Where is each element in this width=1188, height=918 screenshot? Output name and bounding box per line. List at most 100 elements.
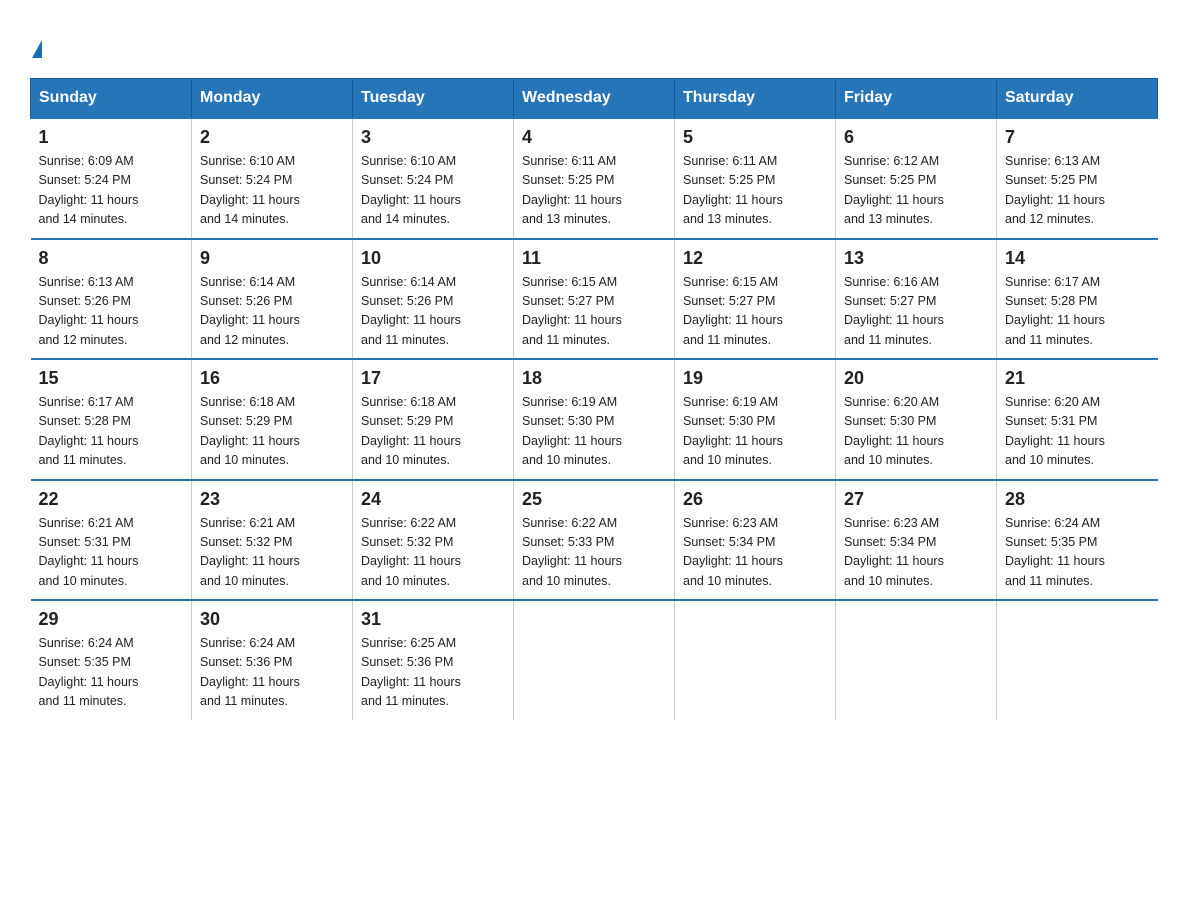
calendar-cell: 24 Sunrise: 6:22 AMSunset: 5:32 PMDayligh… [353,480,514,601]
day-info: Sunrise: 6:13 AMSunset: 5:25 PMDaylight:… [1005,154,1105,226]
day-info: Sunrise: 6:21 AMSunset: 5:32 PMDaylight:… [200,516,300,588]
day-number: 28 [1005,489,1150,510]
day-info: Sunrise: 6:19 AMSunset: 5:30 PMDaylight:… [522,395,622,467]
day-number: 7 [1005,127,1150,148]
day-number: 2 [200,127,344,148]
day-info: Sunrise: 6:24 AMSunset: 5:35 PMDaylight:… [1005,516,1105,588]
calendar-cell: 14 Sunrise: 6:17 AMSunset: 5:28 PMDayligh… [997,239,1158,360]
calendar-cell: 20 Sunrise: 6:20 AMSunset: 5:30 PMDayligh… [836,359,997,480]
day-info: Sunrise: 6:24 AMSunset: 5:36 PMDaylight:… [200,636,300,708]
logo-top [30,30,42,58]
column-header-sunday: Sunday [31,79,192,119]
calendar-cell: 26Sunrise: 6:23 AMSunset: 5:34 PMDayligh… [675,480,836,601]
day-info: Sunrise: 6:09 AMSunset: 5:24 PMDaylight:… [39,154,139,226]
day-number: 31 [361,609,505,630]
calendar-cell: 27 Sunrise: 6:23 AMSunset: 5:34 PMDayligh… [836,480,997,601]
day-number: 29 [39,609,184,630]
day-info: Sunrise: 6:21 AMSunset: 5:31 PMDaylight:… [39,516,139,588]
page-header [30,30,1158,58]
day-info: Sunrise: 6:17 AMSunset: 5:28 PMDaylight:… [1005,275,1105,347]
day-info: Sunrise: 6:18 AMSunset: 5:29 PMDaylight:… [200,395,300,467]
day-info: Sunrise: 6:20 AMSunset: 5:30 PMDaylight:… [844,395,944,467]
day-number: 20 [844,368,988,389]
calendar-cell: 12Sunrise: 6:15 AMSunset: 5:27 PMDayligh… [675,239,836,360]
logo [30,30,42,58]
calendar-cell: 9 Sunrise: 6:14 AMSunset: 5:26 PMDaylight… [192,239,353,360]
calendar-cell: 16 Sunrise: 6:18 AMSunset: 5:29 PMDayligh… [192,359,353,480]
logo-triangle-icon [32,40,42,58]
calendar-cell [836,600,997,720]
calendar-cell: 13 Sunrise: 6:16 AMSunset: 5:27 PMDayligh… [836,239,997,360]
calendar-cell: 5Sunrise: 6:11 AMSunset: 5:25 PMDaylight… [675,118,836,239]
calendar-cell: 3 Sunrise: 6:10 AMSunset: 5:24 PMDaylight… [353,118,514,239]
day-number: 30 [200,609,344,630]
calendar-cell [514,600,675,720]
column-header-tuesday: Tuesday [353,79,514,119]
column-header-friday: Friday [836,79,997,119]
day-number: 8 [39,248,184,269]
calendar-cell: 11 Sunrise: 6:15 AMSunset: 5:27 PMDayligh… [514,239,675,360]
calendar-week-3: 15 Sunrise: 6:17 AMSunset: 5:28 PMDayligh… [31,359,1158,480]
day-info: Sunrise: 6:18 AMSunset: 5:29 PMDaylight:… [361,395,461,467]
day-number: 9 [200,248,344,269]
day-info: Sunrise: 6:19 AMSunset: 5:30 PMDaylight:… [683,395,783,467]
day-number: 19 [683,368,827,389]
day-info: Sunrise: 6:24 AMSunset: 5:35 PMDaylight:… [39,636,139,708]
day-info: Sunrise: 6:23 AMSunset: 5:34 PMDaylight:… [844,516,944,588]
calendar-cell: 23 Sunrise: 6:21 AMSunset: 5:32 PMDayligh… [192,480,353,601]
day-info: Sunrise: 6:14 AMSunset: 5:26 PMDaylight:… [200,275,300,347]
day-number: 10 [361,248,505,269]
day-info: Sunrise: 6:11 AMSunset: 5:25 PMDaylight:… [522,154,622,226]
calendar-cell: 19 Sunrise: 6:19 AMSunset: 5:30 PMDayligh… [675,359,836,480]
day-number: 17 [361,368,505,389]
day-number: 4 [522,127,666,148]
day-number: 24 [361,489,505,510]
day-number: 25 [522,489,666,510]
column-header-thursday: Thursday [675,79,836,119]
day-info: Sunrise: 6:10 AMSunset: 5:24 PMDaylight:… [361,154,461,226]
day-info: Sunrise: 6:16 AMSunset: 5:27 PMDaylight:… [844,275,944,347]
day-number: 13 [844,248,988,269]
day-number: 6 [844,127,988,148]
day-info: Sunrise: 6:13 AMSunset: 5:26 PMDaylight:… [39,275,139,347]
day-info: Sunrise: 6:22 AMSunset: 5:32 PMDaylight:… [361,516,461,588]
column-header-monday: Monday [192,79,353,119]
calendar-week-5: 29 Sunrise: 6:24 AMSunset: 5:35 PMDayligh… [31,600,1158,720]
calendar-week-1: 1 Sunrise: 6:09 AMSunset: 5:24 PMDaylight… [31,118,1158,239]
calendar-cell: 8 Sunrise: 6:13 AMSunset: 5:26 PMDaylight… [31,239,192,360]
calendar-header-row: SundayMondayTuesdayWednesdayThursdayFrid… [31,79,1158,119]
calendar-cell [997,600,1158,720]
day-number: 1 [39,127,184,148]
calendar-cell: 18 Sunrise: 6:19 AMSunset: 5:30 PMDayligh… [514,359,675,480]
column-header-wednesday: Wednesday [514,79,675,119]
calendar-week-4: 22Sunrise: 6:21 AMSunset: 5:31 PMDayligh… [31,480,1158,601]
day-number: 15 [39,368,184,389]
day-info: Sunrise: 6:25 AMSunset: 5:36 PMDaylight:… [361,636,461,708]
day-number: 27 [844,489,988,510]
day-info: Sunrise: 6:17 AMSunset: 5:28 PMDaylight:… [39,395,139,467]
calendar-table: SundayMondayTuesdayWednesdayThursdayFrid… [30,78,1158,720]
day-info: Sunrise: 6:15 AMSunset: 5:27 PMDaylight:… [522,275,622,347]
calendar-cell: 2 Sunrise: 6:10 AMSunset: 5:24 PMDaylight… [192,118,353,239]
calendar-week-2: 8 Sunrise: 6:13 AMSunset: 5:26 PMDaylight… [31,239,1158,360]
calendar-cell: 7 Sunrise: 6:13 AMSunset: 5:25 PMDaylight… [997,118,1158,239]
day-info: Sunrise: 6:10 AMSunset: 5:24 PMDaylight:… [200,154,300,226]
day-number: 3 [361,127,505,148]
calendar-cell: 21Sunrise: 6:20 AMSunset: 5:31 PMDayligh… [997,359,1158,480]
day-number: 12 [683,248,827,269]
calendar-cell: 28 Sunrise: 6:24 AMSunset: 5:35 PMDayligh… [997,480,1158,601]
calendar-cell: 22Sunrise: 6:21 AMSunset: 5:31 PMDayligh… [31,480,192,601]
day-number: 16 [200,368,344,389]
day-number: 5 [683,127,827,148]
day-info: Sunrise: 6:14 AMSunset: 5:26 PMDaylight:… [361,275,461,347]
calendar-cell [675,600,836,720]
day-number: 18 [522,368,666,389]
day-number: 23 [200,489,344,510]
day-number: 21 [1005,368,1150,389]
day-info: Sunrise: 6:12 AMSunset: 5:25 PMDaylight:… [844,154,944,226]
day-number: 11 [522,248,666,269]
day-number: 14 [1005,248,1150,269]
calendar-cell: 15 Sunrise: 6:17 AMSunset: 5:28 PMDayligh… [31,359,192,480]
calendar-cell: 1 Sunrise: 6:09 AMSunset: 5:24 PMDaylight… [31,118,192,239]
calendar-cell: 4 Sunrise: 6:11 AMSunset: 5:25 PMDaylight… [514,118,675,239]
